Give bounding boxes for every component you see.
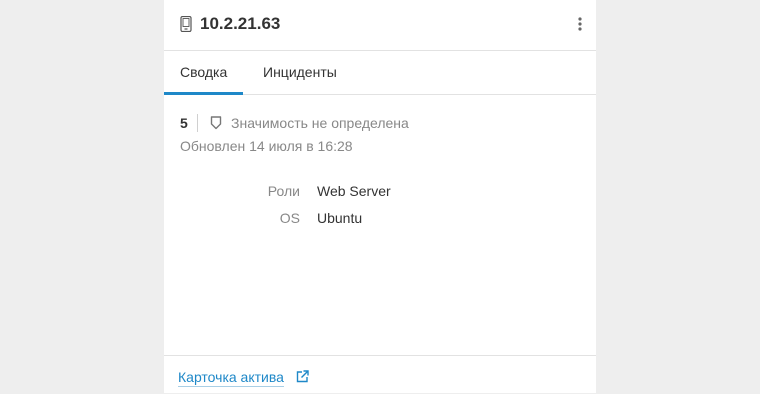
tab-bar: Сводка Инциденты xyxy=(163,51,596,95)
tab-incidents[interactable]: Инциденты xyxy=(263,51,337,94)
panel-header: 10.2.21.63 xyxy=(164,0,596,51)
property-row-roles: Роли Web Server xyxy=(164,180,596,207)
property-value: Web Server xyxy=(317,183,391,199)
shield-icon xyxy=(210,116,222,130)
property-label: Роли xyxy=(267,183,300,199)
properties-list: Роли Web Server OS Ubuntu xyxy=(164,180,596,234)
external-link-icon[interactable] xyxy=(296,370,309,383)
asset-score: 5 xyxy=(180,115,188,131)
severity-text: Значимость не определена xyxy=(231,115,409,131)
divider xyxy=(197,114,198,132)
property-label: OS xyxy=(279,210,300,226)
property-value: Ubuntu xyxy=(317,210,363,226)
asset-card-link[interactable]: Карточка актива xyxy=(178,368,284,387)
panel-footer: Карточка актива xyxy=(164,355,596,394)
kebab-menu-icon[interactable] xyxy=(572,12,588,36)
updated-timestamp: Обновлен 14 июля в 16:28 xyxy=(180,138,353,154)
tab-summary[interactable]: Сводка xyxy=(163,51,244,95)
mobile-device-icon xyxy=(180,16,192,32)
page-title: 10.2.21.63 xyxy=(200,14,281,33)
asset-panel: 10.2.21.63 Сводка Инциденты 5 Значимость… xyxy=(163,0,596,394)
property-row-os: OS Ubuntu xyxy=(164,207,596,234)
